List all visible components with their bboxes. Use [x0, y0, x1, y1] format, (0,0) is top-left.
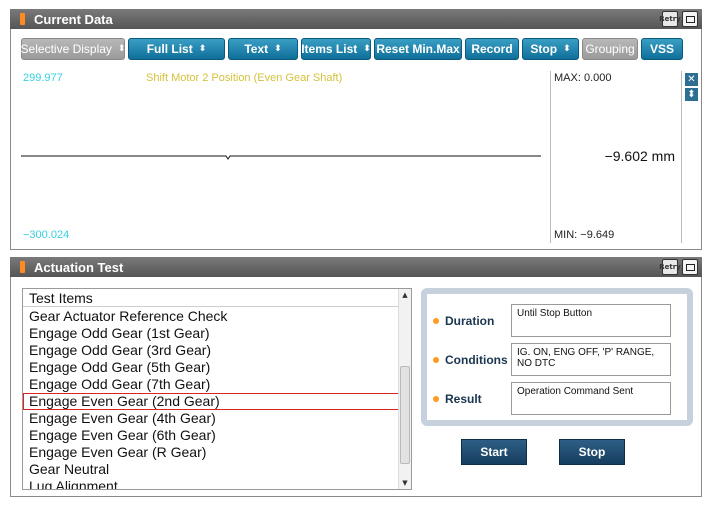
list-items: Gear Actuator Reference Check Engage Odd …	[23, 308, 399, 489]
current-data-title: Current Data	[34, 11, 113, 27]
reset-minmax-button[interactable]: Reset Min.Max	[374, 38, 462, 60]
current-value: −9.602 mm	[604, 148, 675, 164]
items-list-button[interactable]: Items List ⬍	[301, 38, 371, 60]
list-item[interactable]: Engage Odd Gear (5th Gear)	[23, 359, 399, 376]
graph-scale-min: −300.024	[23, 229, 70, 241]
scroll-down-icon[interactable]: ▼	[399, 477, 411, 489]
result-value: Operation Command Sent	[511, 382, 671, 415]
current-data-header: Current Data Retry	[10, 9, 702, 29]
list-item[interactable]: Engage Odd Gear (3rd Gear)	[23, 342, 399, 359]
list-item[interactable]: Lug Alignment	[23, 478, 399, 489]
list-item[interactable]: Engage Odd Gear (7th Gear)	[23, 376, 399, 393]
list-item[interactable]: Engage Odd Gear (1st Gear)	[23, 325, 399, 342]
graph-trace	[21, 155, 541, 160]
scroll-thumb[interactable]	[400, 366, 410, 464]
updown-icon: ⬍	[563, 44, 571, 54]
panel-marker-icon	[20, 261, 25, 273]
close-icon[interactable]: ✕	[685, 73, 698, 86]
retry-icon[interactable]: Retry	[659, 11, 681, 27]
maximize-icon[interactable]	[682, 259, 698, 275]
stop-button[interactable]: Stop	[559, 439, 625, 465]
grouping-button[interactable]: Grouping	[582, 38, 638, 60]
maximize-icon[interactable]	[682, 11, 698, 27]
graph-scale-max: 299.977	[23, 72, 63, 84]
list-item[interactable]: Gear Neutral	[23, 461, 399, 478]
text-button[interactable]: Text ⬍	[228, 38, 298, 60]
retry-icon[interactable]: Retry	[659, 259, 681, 275]
list-header: Test Items	[23, 289, 399, 307]
result-label: Result	[445, 391, 482, 406]
bullet-icon	[433, 356, 439, 363]
updown-icon: ⬍	[198, 44, 207, 54]
updown-icon: ⬍	[117, 44, 126, 54]
scroll-up-icon[interactable]: ▲	[399, 289, 411, 301]
conditions-value: IG. ON, ENG OFF, 'P' RANGE, NO DTC	[511, 343, 671, 376]
graph-plot	[21, 155, 541, 160]
bullet-icon	[433, 317, 439, 324]
list-item[interactable]: Engage Even Gear (R Gear)	[23, 444, 399, 461]
result-row: Result Operation Command Sent	[433, 382, 671, 415]
duration-value: Until Stop Button	[511, 304, 671, 337]
list-item[interactable]: Gear Actuator Reference Check	[23, 308, 399, 325]
actuation-test-panel: Actuation Test Retry Test Items Gear Act…	[10, 257, 702, 497]
record-button[interactable]: Record	[465, 38, 519, 60]
updown-icon: ⬍	[274, 44, 282, 54]
vss-button[interactable]: VSS	[641, 38, 683, 60]
data-graph: 299.977 Shift Motor 2 Position (Even Gea…	[21, 71, 551, 243]
actuation-test-title: Actuation Test	[34, 259, 124, 275]
list-item[interactable]: Engage Even Gear (4th Gear)	[23, 410, 399, 427]
conditions-row: Conditions IG. ON, ENG OFF, 'P' RANGE, N…	[433, 343, 671, 376]
list-item[interactable]: Engage Even Gear (6th Gear)	[23, 427, 399, 444]
test-info-box: Duration Until Stop Button Conditions IG…	[421, 288, 693, 426]
panel-marker-icon	[20, 13, 25, 25]
duration-row: Duration Until Stop Button	[433, 304, 671, 337]
graph-series-name: Shift Motor 2 Position (Even Gear Shaft)	[146, 72, 343, 84]
test-items-list: Test Items Gear Actuator Reference Check…	[22, 288, 412, 490]
current-data-panel: Current Data Retry Selective Display ⬍ Fu…	[10, 9, 702, 250]
max-readout: MAX: 0.000	[554, 72, 612, 84]
scrollbar[interactable]: ▲ ▼	[398, 289, 411, 489]
value-readout: MAX: 0.000 −9.602 mm MIN: −9.649	[552, 71, 682, 243]
full-list-button[interactable]: Full List ⬍	[128, 38, 225, 60]
actuation-test-header: Actuation Test Retry	[10, 257, 702, 277]
stop-mode-button[interactable]: Stop ⬍	[522, 38, 579, 60]
updown-icon: ⬍	[363, 44, 371, 54]
list-item[interactable]: Engage Even Gear (2nd Gear)	[23, 393, 399, 410]
duration-label: Duration	[445, 313, 495, 328]
min-readout: MIN: −9.649	[554, 229, 615, 241]
reorder-icon[interactable]: ⬍	[685, 88, 698, 101]
conditions-label: Conditions	[445, 352, 508, 367]
selective-display-button[interactable]: Selective Display ⬍	[21, 38, 125, 60]
toolbar: Selective Display ⬍ Full List ⬍ Text ⬍ Item…	[11, 38, 701, 66]
bullet-icon	[433, 395, 439, 402]
start-button[interactable]: Start	[461, 439, 527, 465]
